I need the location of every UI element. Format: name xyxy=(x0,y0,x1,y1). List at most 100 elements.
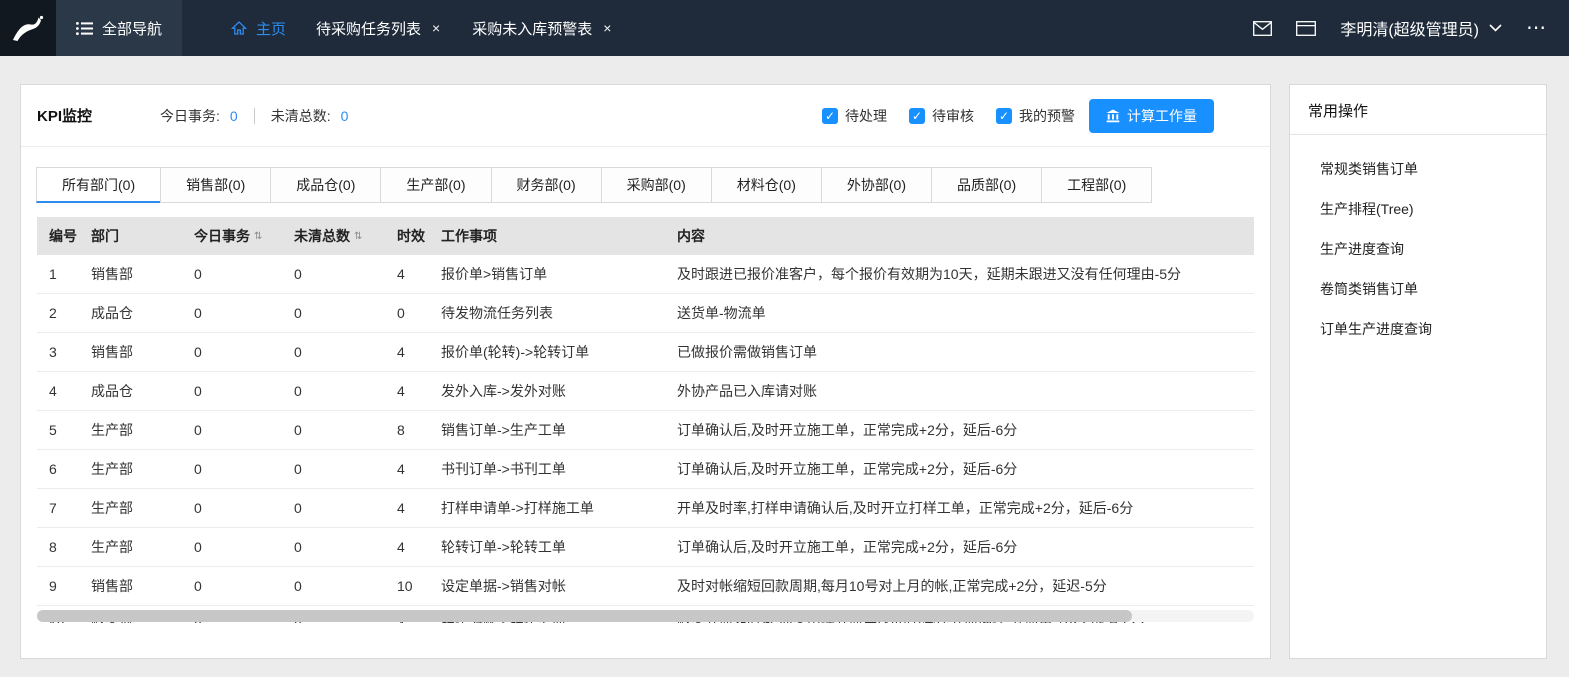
sort-icon[interactable]: ⇅ xyxy=(254,231,262,242)
department-tab[interactable]: 成品仓(0) xyxy=(270,167,381,203)
cell-task: 报价单>销售订单 xyxy=(429,264,665,284)
cell-no: 9 xyxy=(37,578,79,594)
cell-today: 0 xyxy=(182,422,282,438)
table-header-cell[interactable]: 未清总数 ⇅ xyxy=(282,226,385,246)
app-logo[interactable] xyxy=(0,0,56,56)
cell-hours: 4 xyxy=(385,266,429,282)
common-action-link[interactable]: 常规类销售订单 xyxy=(1290,149,1546,189)
kpi-header: KPI监控 今日事务: 0 未清总数: 0 ✓ 待处理 xyxy=(21,85,1270,147)
cell-content: 订单确认后,及时开立施工单，正常完成+2分，延后-6分 xyxy=(665,459,1254,479)
stat-unclear: 未清总数: 0 xyxy=(271,106,349,126)
table-row[interactable]: 2 成品仓 0 0 0 待发物流任务列表 送货单-物流单 xyxy=(37,294,1254,333)
mail-icon[interactable] xyxy=(1253,21,1272,36)
topbar-right: 李明清(超级管理员) ⋯ xyxy=(1253,16,1569,40)
table-row[interactable]: 4 成品仓 0 0 4 发外入库->发外对账 外协产品已入库请对账 xyxy=(37,372,1254,411)
department-tab[interactable]: 财务部(0) xyxy=(491,167,602,203)
common-action-link[interactable]: 订单生产进度查询 xyxy=(1290,309,1546,349)
menu-list-icon xyxy=(76,22,93,35)
cell-today: 0 xyxy=(182,578,282,594)
kpi-title: KPI监控 xyxy=(37,105,92,126)
common-action-label: 生产进度查询 xyxy=(1320,239,1404,259)
table-header-cell[interactable]: 编号 xyxy=(37,226,79,246)
cell-unclear: 0 xyxy=(282,578,385,594)
filter-label: 待处理 xyxy=(845,106,887,126)
cell-today: 0 xyxy=(182,266,282,282)
checkbox-checked-icon[interactable]: ✓ xyxy=(996,108,1012,124)
common-action-link[interactable]: 生产进度查询 xyxy=(1290,229,1546,269)
filter-checkbox-item[interactable]: ✓ 待审核 xyxy=(909,106,974,126)
sort-icon[interactable]: ⇅ xyxy=(354,231,362,242)
department-tab-label: 销售部(0) xyxy=(186,175,245,195)
window-tab-label: 待采购任务列表 xyxy=(316,18,421,39)
department-tab[interactable]: 销售部(0) xyxy=(160,167,271,203)
horizontal-scrollbar[interactable] xyxy=(37,610,1254,622)
department-tab-label: 采购部(0) xyxy=(627,175,686,195)
window-tab-label: 主页 xyxy=(256,18,286,39)
stat-unclear-label: 未清总数: xyxy=(271,106,331,126)
table-header-cell[interactable]: 时效 ⇅ xyxy=(385,226,429,246)
more-icon[interactable]: ⋯ xyxy=(1526,18,1547,38)
cell-dept: 生产部 xyxy=(79,420,182,440)
department-tab[interactable]: 品质部(0) xyxy=(931,167,1042,203)
window-tab[interactable]: 主页 xyxy=(216,0,301,56)
table-header-cell[interactable]: 工作事项 xyxy=(429,226,665,246)
cell-today: 0 xyxy=(182,344,282,360)
table-row[interactable]: 1 销售部 0 0 4 报价单>销售订单 及时跟进已报价准客户，每个报价有效期为… xyxy=(37,255,1254,294)
home-icon xyxy=(231,20,247,36)
checkbox-checked-icon[interactable]: ✓ xyxy=(909,108,925,124)
panel-switch-icon[interactable] xyxy=(1296,21,1316,36)
cell-task: 书刊订单->书刊工单 xyxy=(429,459,665,479)
cell-hours: 4 xyxy=(385,539,429,555)
cell-content: 及时对帐缩短回款周期,每月10号对上月的帐,正常完成+2分，延迟-5分 xyxy=(665,576,1254,596)
scrollbar-thumb[interactable] xyxy=(37,610,1132,622)
table-row[interactable]: 7 生产部 0 0 4 打样申请单->打样施工单 开单及时率,打样申请确认后,及… xyxy=(37,489,1254,528)
cell-no: 4 xyxy=(37,383,79,399)
cell-today: 0 xyxy=(182,461,282,477)
common-action-link[interactable]: 卷筒类销售订单 xyxy=(1290,269,1546,309)
cell-content: 及时跟进已报价准客户，每个报价有效期为10天，延期未跟进又没有任何理由-5分 xyxy=(665,264,1254,284)
filter-checkbox-item[interactable]: ✓ 待处理 xyxy=(822,106,887,126)
table-header-label: 未清总数 xyxy=(294,226,350,246)
table-row[interactable]: 9 销售部 0 0 10 设定单据->销售对帐 及时对帐缩短回款周期,每月10号… xyxy=(37,567,1254,606)
cell-no: 7 xyxy=(37,500,79,516)
table-header-cell[interactable]: 今日事务 ⇅ xyxy=(182,226,282,246)
table-row[interactable]: 8 生产部 0 0 4 轮转订单->轮转工单 订单确认后,及时开立施工单，正常完… xyxy=(37,528,1254,567)
cell-no: 1 xyxy=(37,266,79,282)
table-header-label: 编号 xyxy=(49,226,77,246)
table-row[interactable]: 3 销售部 0 0 4 报价单(轮转)->轮转订单 已做报价需做销售订单 xyxy=(37,333,1254,372)
close-icon[interactable]: × xyxy=(430,20,442,36)
stat-divider xyxy=(254,108,255,124)
cell-content: 送货单-物流单 xyxy=(665,303,1254,323)
cell-task: 设定单据->销售对帐 xyxy=(429,576,665,596)
user-menu[interactable]: 李明清(超级管理员) xyxy=(1340,16,1502,40)
cell-unclear: 0 xyxy=(282,344,385,360)
table-header-label: 部门 xyxy=(91,226,119,246)
calc-workload-button[interactable]: 计算工作量 xyxy=(1089,99,1214,133)
window-tab[interactable]: 待采购任务列表 × xyxy=(301,0,457,56)
department-tab[interactable]: 工程部(0) xyxy=(1041,167,1152,203)
all-nav-button[interactable]: 全部导航 xyxy=(56,0,182,56)
kpi-filters: ✓ 待处理 ✓ 待审核 ✓ 我的预警 xyxy=(822,106,1075,126)
all-nav-label: 全部导航 xyxy=(102,18,162,39)
department-tab-label: 品质部(0) xyxy=(957,175,1016,195)
cell-unclear: 0 xyxy=(282,500,385,516)
department-tab[interactable]: 采购部(0) xyxy=(601,167,712,203)
department-tab[interactable]: 外协部(0) xyxy=(821,167,932,203)
table-row[interactable]: 5 生产部 0 0 8 销售订单->生产工单 订单确认后,及时开立施工单，正常完… xyxy=(37,411,1254,450)
common-action-link[interactable]: 生产排程(Tree) xyxy=(1290,189,1546,229)
table-row[interactable]: 6 生产部 0 0 4 书刊订单->书刊工单 订单确认后,及时开立施工单，正常完… xyxy=(37,450,1254,489)
filter-checkbox-item[interactable]: ✓ 我的预警 xyxy=(996,106,1075,126)
table-header-cell[interactable]: 部门 xyxy=(79,226,182,246)
stat-today: 今日事务: 0 xyxy=(160,106,238,126)
window-tab[interactable]: 采购未入库预警表 × xyxy=(457,0,628,56)
common-action-label: 卷筒类销售订单 xyxy=(1320,279,1418,299)
table-header-row: 编号 部门 今日事务 ⇅ 未清总数 ⇅ xyxy=(37,217,1254,255)
checkbox-checked-icon[interactable]: ✓ xyxy=(822,108,838,124)
department-tab[interactable]: 材料仓(0) xyxy=(711,167,822,203)
kpi-table: 编号 部门 今日事务 ⇅ 未清总数 ⇅ xyxy=(37,217,1254,623)
close-icon[interactable]: × xyxy=(601,20,613,36)
department-tab[interactable]: 生产部(0) xyxy=(380,167,491,203)
stat-today-label: 今日事务: xyxy=(160,106,220,126)
table-header-cell[interactable]: 内容 xyxy=(665,226,1254,246)
department-tab[interactable]: 所有部门(0) xyxy=(36,167,161,203)
